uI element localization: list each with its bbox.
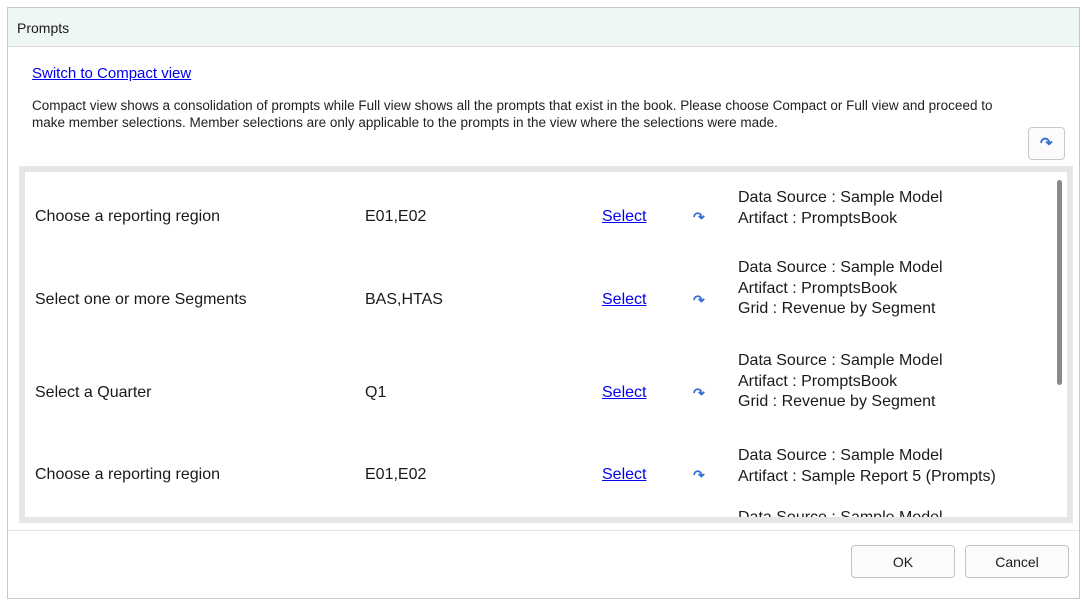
meta-artifact: Artifact : PromptsBook	[738, 209, 898, 227]
reset-prompt-button[interactable]: ↶	[693, 467, 705, 485]
prompt-label: Choose a reporting region	[35, 208, 221, 225]
prompt-meta: Data Source : Sample Model Artifact : Pr…	[738, 188, 943, 229]
prompt-meta: Data Source : Sample Model Artifact : Pr…	[738, 258, 943, 320]
reset-all-button[interactable]: ↶	[1028, 127, 1065, 160]
prompt-row: Data Source : Sample Model	[25, 508, 1055, 517]
reset-icon: ↶	[693, 209, 705, 225]
meta-data-source: Data Source : Sample Model	[738, 259, 943, 276]
vertical-scrollbar[interactable]	[1057, 180, 1062, 385]
switch-to-compact-view-link[interactable]: Switch to Compact view	[32, 65, 191, 82]
select-link[interactable]: Select	[602, 208, 646, 226]
select-link[interactable]: Select	[602, 466, 646, 484]
prompt-row: Choose a reporting region E01,E02 Select…	[25, 438, 1055, 498]
meta-data-source: Data Source : Sample Model	[738, 189, 943, 206]
select-link[interactable]: Select	[602, 384, 646, 402]
meta-data-source: Data Source : Sample Model	[738, 508, 943, 517]
meta-data-source: Data Source : Sample Model	[738, 447, 943, 464]
prompt-meta: Data Source : Sample Model Artifact : Pr…	[738, 351, 943, 413]
meta-grid: Grid : Revenue by Segment	[738, 393, 936, 410]
footer-divider	[8, 530, 1079, 531]
view-description: Compact view shows a consolidation of pr…	[32, 98, 993, 130]
meta-artifact: Artifact : Sample Report 5 (Prompts)	[738, 467, 996, 485]
reset-icon: ↶	[1040, 135, 1053, 152]
reset-icon: ↶	[693, 467, 705, 483]
select-link[interactable]: Select	[602, 291, 646, 309]
meta-artifact: Artifact : PromptsBook	[738, 372, 898, 390]
prompt-meta: Data Source : Sample Model Artifact : Sa…	[738, 446, 996, 487]
prompts-panel: Choose a reporting region E01,E02 Select…	[19, 166, 1073, 523]
prompt-value: E01,E02	[365, 466, 427, 483]
prompt-meta: Data Source : Sample Model	[738, 508, 943, 517]
prompt-row: Select a Quarter Q1 Select ↶ Data Source…	[25, 344, 1055, 424]
reset-icon: ↶	[693, 292, 705, 308]
ok-button[interactable]: OK	[851, 545, 955, 578]
prompt-value: E01,E02	[365, 208, 427, 225]
cancel-button[interactable]: Cancel	[965, 545, 1069, 578]
prompt-label: Choose a reporting region	[35, 466, 221, 483]
prompts-dialog: Prompts Switch to Compact view Compact v…	[7, 7, 1080, 599]
meta-artifact: Artifact : PromptsBook	[738, 279, 898, 297]
reset-prompt-button[interactable]: ↶	[693, 385, 705, 403]
title-bar: Prompts	[8, 8, 1079, 47]
reset-prompt-button[interactable]: ↶	[693, 292, 705, 310]
prompt-row: Choose a reporting region E01,E02 Select…	[25, 180, 1055, 240]
meta-data-source: Data Source : Sample Model	[738, 352, 943, 369]
meta-grid: Grid : Revenue by Segment	[738, 300, 936, 317]
prompt-label: Select one or more Segments	[35, 291, 247, 308]
reset-icon: ↶	[693, 385, 705, 401]
reset-prompt-button[interactable]: ↶	[693, 209, 705, 227]
prompt-value: BAS,HTAS	[365, 291, 443, 308]
prompt-label: Select a Quarter	[35, 384, 152, 401]
dialog-title: Prompts	[17, 20, 70, 36]
prompt-value: Q1	[365, 384, 387, 401]
prompt-row: Select one or more Segments BAS,HTAS Sel…	[25, 252, 1055, 332]
prompts-list: Choose a reporting region E01,E02 Select…	[25, 172, 1067, 517]
